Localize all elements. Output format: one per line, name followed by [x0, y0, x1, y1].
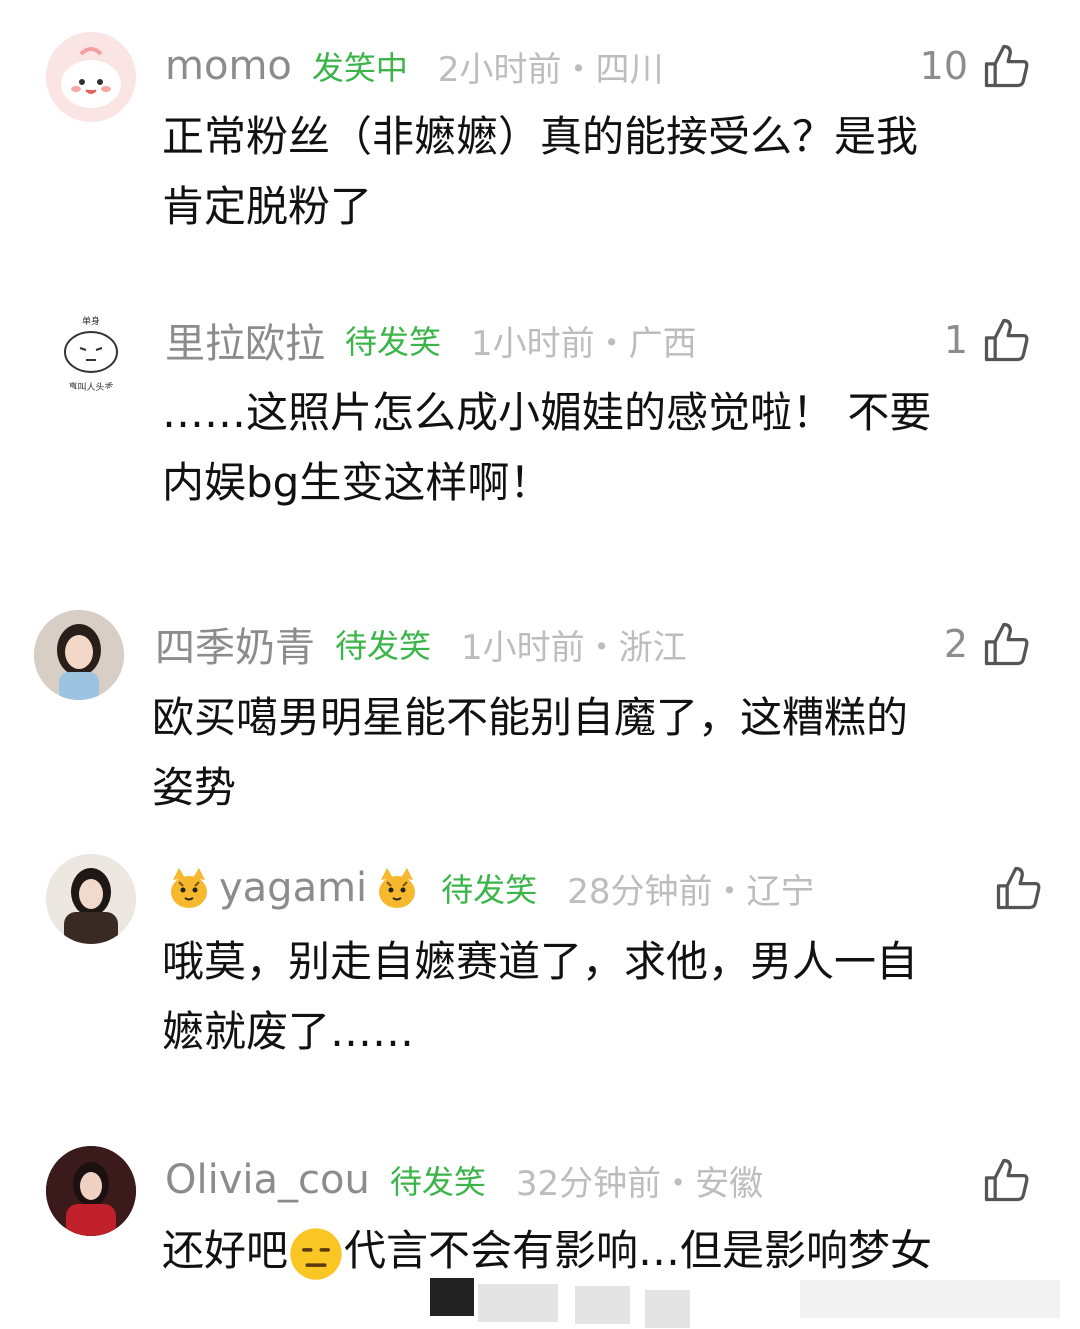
user-tag: 发笑中 — [311, 49, 408, 87]
like-count: 10 — [919, 44, 968, 88]
thumbs-up-icon — [984, 318, 1029, 362]
comment-line: 哦莫，别走自嬷赛道了，求他，男人一自 — [162, 937, 919, 986]
avatar[interactable] — [46, 32, 136, 122]
avatar-image — [46, 854, 136, 944]
user-tag: 待发笑 — [441, 871, 538, 909]
tiger-cat-emoji-icon — [379, 868, 416, 908]
avatar[interactable] — [46, 854, 136, 944]
expressionless-face-emoji-icon — [290, 1227, 342, 1280]
comment-line: 还好吧 — [162, 1226, 289, 1275]
user-tag: 待发笑 — [345, 323, 442, 361]
like-count: 1 — [943, 318, 968, 362]
blurred-overlay — [478, 1284, 558, 1322]
avatar-caption-top: 单身 — [82, 315, 100, 327]
username[interactable]: yagami — [219, 865, 367, 911]
username[interactable]: momo — [165, 43, 292, 89]
comment-line: 内娱bg生变这样啊！ — [162, 458, 552, 507]
avatar-caption-bottom: 真叫人头秃 — [68, 381, 113, 392]
timestamp-location: 28分钟前・辽宁 — [567, 871, 815, 912]
avatar-image: 单身 真叫人头秃 — [64, 315, 118, 392]
like-button[interactable]: 2 — [944, 614, 1032, 674]
comment-line: 正常粉丝（非嬷嬷）真的能接受么？是我 — [162, 112, 919, 161]
user-tag: 待发笑 — [389, 1163, 486, 1201]
avatar[interactable]: 单身 真叫人头秃 — [46, 302, 136, 392]
comment-text: ……这照片怎么成小媚娃的感觉啦！ 不要 内娱bg生变这样啊！ — [162, 378, 1042, 518]
avatar-image — [46, 1146, 136, 1236]
thumbs-up-icon — [996, 866, 1041, 910]
username[interactable]: 四季奶青 — [155, 615, 315, 673]
comment-text: 哦莫，别走自嬷赛道了，求他，男人一自 嬷就废了…… — [162, 927, 1042, 1067]
comment-line: 姿势 — [152, 763, 237, 812]
avatar-image — [34, 610, 124, 700]
thumbs-up-icon — [984, 1158, 1029, 1202]
avatar[interactable] — [46, 1146, 136, 1236]
avatar-image — [46, 32, 136, 122]
thumbs-up-icon — [984, 622, 1029, 666]
avatar[interactable] — [34, 610, 124, 700]
like-count: 2 — [943, 622, 968, 666]
tiger-cat-emoji-icon — [171, 868, 207, 908]
blurred-overlay — [575, 1286, 630, 1324]
like-button[interactable] — [992, 858, 1044, 918]
timestamp-location: 1小时前・广西 — [471, 323, 697, 364]
blurred-overlay — [800, 1280, 1060, 1318]
blurred-overlay — [430, 1278, 474, 1316]
thumbs-up-icon — [984, 44, 1029, 88]
comment-line: ……这照片怎么成小媚娃的感觉啦！ 不要 — [162, 388, 932, 437]
comment-line: 欧买噶男明星能不能别自魔了，这糟糕的 — [152, 693, 909, 742]
comment-line: 肯定脱粉了 — [162, 182, 373, 231]
like-button[interactable]: 10 — [920, 36, 1032, 96]
timestamp-location: 2小时前・四川 — [437, 49, 664, 90]
username[interactable]: Olivia_cou — [165, 1157, 370, 1203]
comment-line: 嬷就废了…… — [162, 1007, 415, 1056]
like-button[interactable]: 1 — [944, 310, 1032, 370]
timestamp-location: 1小时前・浙江 — [461, 627, 687, 668]
comment-text: 还好吧 代言不会有影响…但是影响梦女 — [162, 1216, 1062, 1286]
comment-text: 正常粉丝（非嬷嬷）真的能接受么？是我 肯定脱粉了 — [162, 102, 1042, 242]
comment-line: 代言不会有影响…但是影响梦女 — [344, 1226, 933, 1275]
comment-text: 欧买噶男明星能不能别自魔了，这糟糕的 姿势 — [152, 683, 1032, 823]
username[interactable]: 里拉欧拉 — [165, 311, 325, 369]
user-tag: 待发笑 — [335, 627, 432, 665]
like-button[interactable] — [980, 1150, 1032, 1210]
blurred-overlay — [645, 1290, 690, 1328]
timestamp-location: 32分钟前・安徽 — [515, 1163, 764, 1204]
